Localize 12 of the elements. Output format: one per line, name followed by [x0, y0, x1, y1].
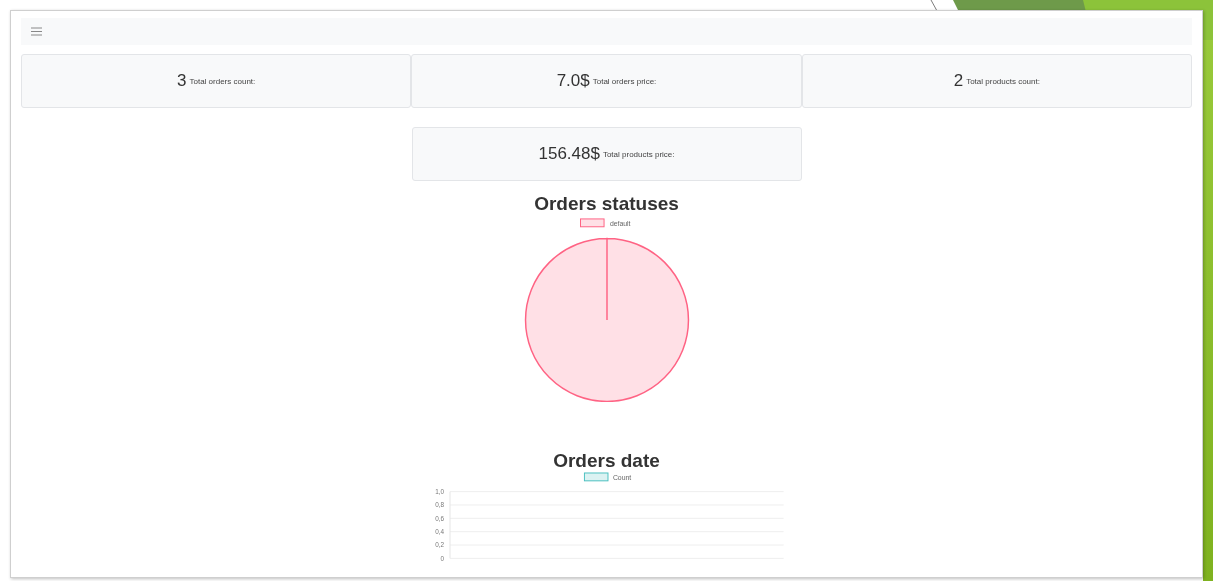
stat-value: 2 [953, 71, 964, 92]
menu-icon[interactable] [31, 27, 42, 37]
stat-label: Total orders price: [592, 76, 657, 86]
stat-value: 156.48$ [538, 144, 600, 165]
stat-label: Total orders count: [189, 76, 256, 86]
stat-value: 3 [177, 71, 187, 92]
chart-title: Orders statuses [534, 193, 679, 216]
legend-swatch [579, 218, 605, 228]
stat-label: Total products price: [602, 149, 675, 159]
chart-title: Orders date [553, 449, 660, 472]
stat-value: 7.0$ [556, 71, 590, 92]
stat-label: Total products count: [966, 76, 1040, 86]
